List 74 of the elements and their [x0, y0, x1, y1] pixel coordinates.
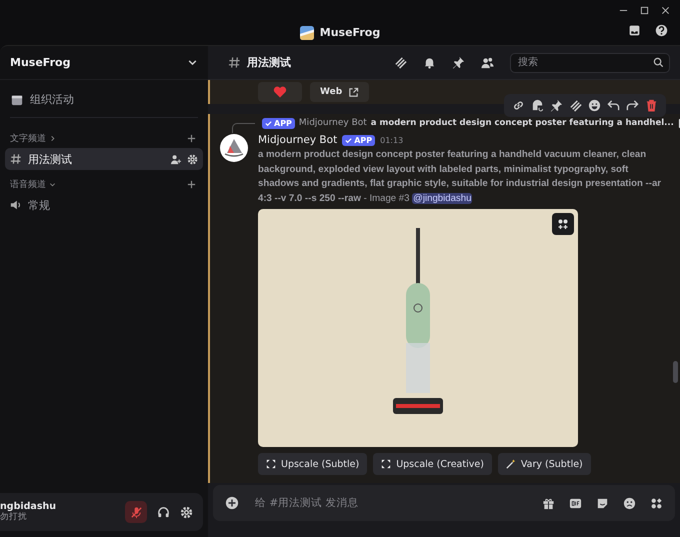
app-badge: APP: [262, 118, 295, 128]
web-link-button[interactable]: Web: [310, 82, 370, 102]
bot-avatar[interactable]: [220, 134, 248, 162]
maximize-icon[interactable]: [640, 6, 649, 14]
message-time: 01:13: [380, 136, 404, 144]
server-name[interactable]: MuseFrog: [10, 56, 70, 69]
action-button[interactable]: Upscale (Creative): [373, 453, 492, 475]
category-header[interactable]: 文字频道: [10, 132, 46, 145]
expand-icon: [266, 459, 276, 469]
heart-button[interactable]: [258, 82, 302, 102]
inbox-icon[interactable]: [628, 24, 641, 37]
help-icon[interactable]: [655, 24, 668, 37]
bell-icon[interactable]: [423, 56, 436, 69]
reply-preview[interactable]: a modern product design concept poster featuring a handhel...: [370, 118, 674, 128]
message-input[interactable]: 给 #用法测试 发消息: [253, 496, 528, 510]
plus-icon[interactable]: [187, 180, 196, 189]
scrollbar-thumb[interactable]: [673, 361, 678, 383]
apps-icon[interactable]: [650, 496, 663, 510]
sidebar-item[interactable]: 组织活动: [0, 80, 208, 117]
category-header[interactable]: 语音频道: [10, 178, 46, 191]
chevron-icon[interactable]: [49, 181, 56, 188]
app-logo-icon: [300, 26, 314, 40]
pin-icon[interactable]: [452, 56, 465, 69]
calendar-icon: [11, 94, 23, 106]
user-status: 勿打扰: [0, 512, 28, 523]
action-button[interactable]: Upscale (Subtle): [258, 453, 368, 475]
microphone-button[interactable]: [125, 501, 147, 523]
user-mention[interactable]: @jingbidashu: [412, 192, 472, 204]
grid-icon: [557, 218, 569, 230]
gif-icon[interactable]: [569, 496, 582, 510]
plus-circle-icon[interactable]: [225, 496, 239, 510]
delete-icon[interactable]: [645, 99, 658, 112]
sticker-icon[interactable]: [596, 496, 609, 510]
headphones-icon[interactable]: [157, 506, 170, 518]
magic-wand-icon: [506, 459, 516, 469]
channel-title: 用法测试: [247, 55, 291, 70]
emoji-icon[interactable]: [588, 99, 601, 112]
reply-icon[interactable]: [607, 99, 620, 112]
external-link-icon: [348, 86, 360, 98]
expand-icon: [381, 459, 392, 469]
thread-icon[interactable]: [531, 99, 544, 112]
hash-icon: [10, 153, 22, 165]
reply-line: [232, 123, 255, 133]
settings-icon[interactable]: [187, 154, 198, 164]
add-member-icon[interactable]: [170, 154, 181, 164]
close-icon[interactable]: [661, 6, 670, 14]
pin-icon[interactable]: [550, 99, 563, 112]
window-title: MuseFrog: [320, 26, 380, 39]
plus-icon[interactable]: [187, 134, 196, 143]
user-name: ngbidashu: [0, 501, 58, 512]
search-input[interactable]: 搜索: [516, 56, 653, 69]
forward-icon[interactable]: [626, 99, 639, 112]
chevron-icon[interactable]: [49, 135, 56, 142]
gift-icon[interactable]: [542, 496, 555, 510]
heart-icon: [273, 86, 287, 98]
channel-item[interactable]: 常规: [5, 194, 203, 216]
search-field[interactable]: 搜索: [510, 52, 670, 72]
hash-icon: [228, 56, 241, 69]
channel-item[interactable]: 用法测试: [5, 148, 203, 170]
threads-icon[interactable]: [569, 99, 582, 112]
message-text: a modern product design concept poster featuring a handheld vacuum cleaner, clean background, exploded view layout with labeled parts, minimalist typography, soft shadows and gradients, flat graphic style, suitable for industrial design presentation --ar 4:3 --v 7.0 --s 250 --raw - Image #3 @jingbidashu: [258, 148, 662, 206]
reply-author[interactable]: Midjourney Bot: [298, 118, 367, 128]
app-badge: APP: [342, 134, 376, 146]
author-name[interactable]: Midjourney Bot: [258, 134, 338, 146]
link-icon[interactable]: [512, 99, 525, 112]
settings-icon[interactable]: [180, 506, 193, 518]
action-button[interactable]: Vary (Subtle): [498, 453, 591, 475]
search-icon[interactable]: [653, 57, 664, 68]
members-icon[interactable]: [481, 56, 494, 69]
image-options-button[interactable]: [552, 213, 574, 235]
emoji-icon[interactable]: [623, 496, 636, 510]
speaker-icon: [10, 199, 22, 211]
threads-icon[interactable]: [394, 56, 407, 69]
microphone-icon: [130, 506, 142, 518]
